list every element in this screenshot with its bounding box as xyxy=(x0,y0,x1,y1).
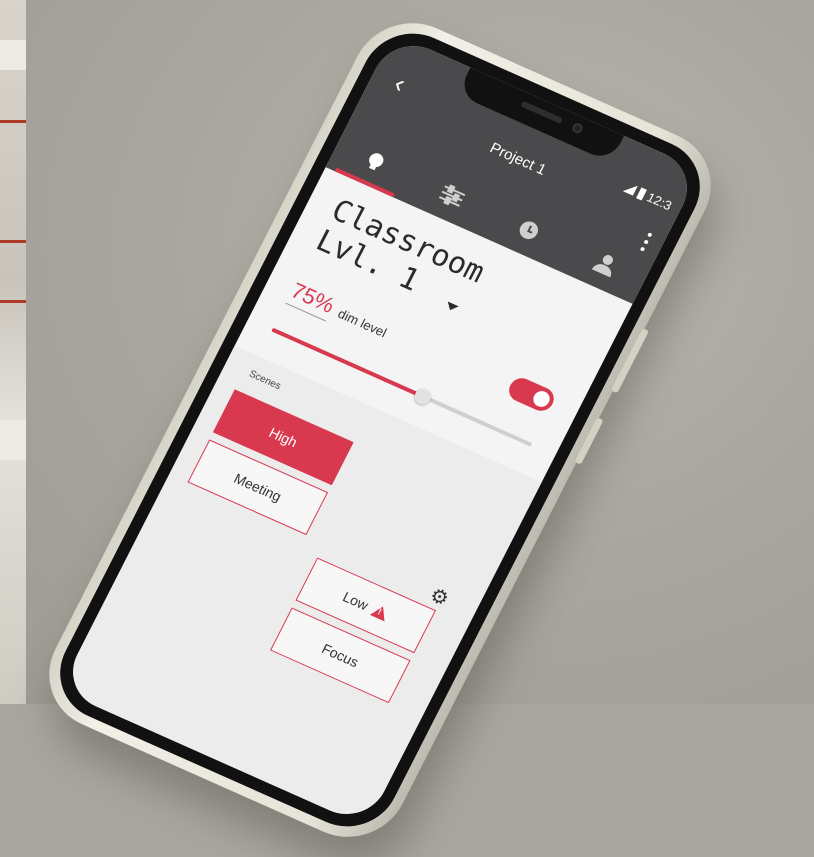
dim-level-value: 75% xyxy=(285,277,339,322)
front-camera xyxy=(570,121,585,135)
sliders-icon xyxy=(437,182,467,211)
battery-icon xyxy=(635,186,647,200)
dropdown-arrow-icon[interactable] xyxy=(445,301,460,313)
person-icon xyxy=(591,251,619,278)
bulb-icon xyxy=(365,151,386,173)
warning-icon xyxy=(369,602,391,621)
ceiling-duct xyxy=(0,420,26,460)
clock-icon xyxy=(516,218,542,242)
ceiling-beam xyxy=(0,240,26,243)
ceiling-beam xyxy=(0,300,26,303)
scene-label: Meeting xyxy=(231,469,285,505)
scene-label: Low xyxy=(340,588,372,614)
power-toggle[interactable] xyxy=(504,374,558,415)
signal-icon xyxy=(622,181,638,196)
ceiling-beam xyxy=(0,120,26,123)
back-arrow-icon[interactable]: ‹ xyxy=(389,68,411,98)
building-edge-photo xyxy=(0,0,26,704)
dim-slider-thumb[interactable] xyxy=(411,386,434,407)
scene-label: High xyxy=(266,424,301,451)
scenes-label: Scenes xyxy=(247,368,283,393)
ceiling-duct xyxy=(0,40,26,70)
dim-level-readout: 75% dim level xyxy=(285,277,393,346)
dim-level-label: dim level xyxy=(335,305,390,341)
toggle-knob xyxy=(530,388,553,410)
scene-label: Focus xyxy=(319,640,362,671)
